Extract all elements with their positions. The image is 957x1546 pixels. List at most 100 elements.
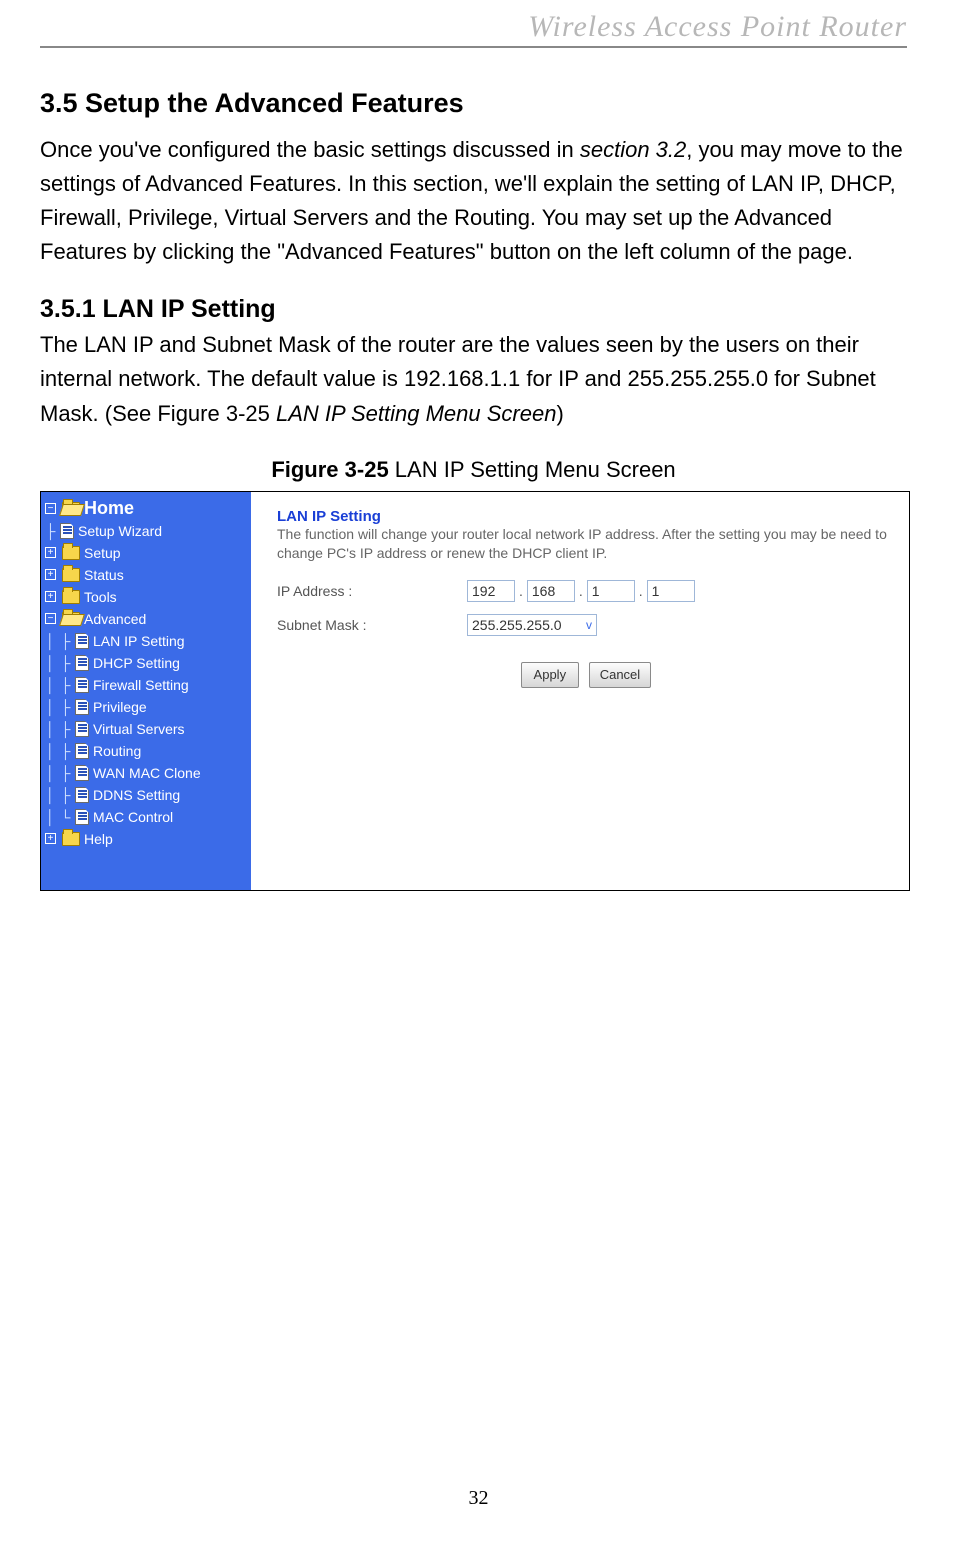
tree-line-icon: │ <box>45 809 56 825</box>
page-icon <box>75 633 89 649</box>
text: ) <box>556 401 563 426</box>
tree-tools[interactable]: + Tools <box>45 586 247 608</box>
tree-advanced[interactable]: − Advanced <box>45 608 247 630</box>
subnet-mask-select[interactable]: 255.255.255.0 v <box>467 614 597 636</box>
tree-line-icon: ├ <box>60 677 71 693</box>
tree-line-icon: │ <box>45 699 56 715</box>
dot: . <box>579 583 583 599</box>
tree-line-icon: │ <box>45 721 56 737</box>
subnet-mask-label: Subnet Mask : <box>277 617 467 633</box>
tree-label: WAN MAC Clone <box>93 765 201 781</box>
panel-description: The function will change your router loc… <box>277 525 895 563</box>
chevron-down-icon: v <box>586 618 592 632</box>
expand-icon[interactable]: + <box>45 547 56 558</box>
tree-label: Virtual Servers <box>93 721 185 737</box>
collapse-icon[interactable]: − <box>45 503 56 514</box>
tree-label: Firewall Setting <box>93 677 189 693</box>
folder-open-icon <box>62 612 80 626</box>
tree-line-icon: ├ <box>60 787 71 803</box>
tree-line-icon: │ <box>45 787 56 803</box>
page-icon <box>75 765 89 781</box>
tree-label: DDNS Setting <box>93 787 180 803</box>
tree-line-icon: │ <box>45 765 56 781</box>
page-icon <box>75 655 89 671</box>
ip-address-row: IP Address : 192 . 168 . 1 . 1 <box>277 580 895 602</box>
tree-firewall-setting[interactable]: │ ├ Firewall Setting <box>45 674 247 696</box>
tree-label: Advanced <box>84 611 146 627</box>
text-italic: section 3.2 <box>580 137 686 162</box>
tree-line-icon: │ <box>45 633 56 649</box>
ip-address-label: IP Address : <box>277 583 467 599</box>
tree-label: Tools <box>84 589 117 605</box>
tree-label: Routing <box>93 743 141 759</box>
expand-icon[interactable]: + <box>45 833 56 844</box>
ip-octet-1-input[interactable]: 192 <box>467 580 515 602</box>
nav-tree: − Home ├ Setup Wizard + Setup + Status + <box>41 492 251 890</box>
tree-ddns-setting[interactable]: │ ├ DDNS Setting <box>45 784 247 806</box>
tree-label: DHCP Setting <box>93 655 180 671</box>
tree-line-icon: ├ <box>60 655 71 671</box>
tree-line-icon: │ <box>45 677 56 693</box>
tree-label: Setup <box>84 545 121 561</box>
tree-virtual-servers[interactable]: │ ├ Virtual Servers <box>45 718 247 740</box>
button-row: Apply Cancel <box>277 662 895 688</box>
tree-label: LAN IP Setting <box>93 633 185 649</box>
tree-lan-ip-setting[interactable]: │ ├ LAN IP Setting <box>45 630 247 652</box>
page-icon <box>75 677 89 693</box>
heading-3-5-1: 3.5.1 LAN IP Setting <box>40 295 907 324</box>
folder-icon <box>62 832 80 846</box>
panel-title: LAN IP Setting <box>277 508 895 525</box>
figure-label: Figure 3-25 <box>271 457 388 482</box>
collapse-icon[interactable]: − <box>45 613 56 624</box>
figure-screenshot: − Home ├ Setup Wizard + Setup + Status + <box>40 491 910 891</box>
expand-icon[interactable]: + <box>45 591 56 602</box>
page-icon <box>60 523 74 539</box>
content-pane: LAN IP Setting The function will change … <box>251 492 909 890</box>
tree-routing[interactable]: │ ├ Routing <box>45 740 247 762</box>
tree-line-icon: ├ <box>60 721 71 737</box>
para-3-5: Once you've configured the basic setting… <box>40 133 907 269</box>
folder-icon <box>62 568 80 582</box>
tree-line-icon: │ <box>45 655 56 671</box>
tree-help[interactable]: + Help <box>45 828 247 850</box>
running-header: Wireless Access Point Router <box>40 10 907 48</box>
tree-dhcp-setting[interactable]: │ ├ DHCP Setting <box>45 652 247 674</box>
expand-icon[interactable]: + <box>45 569 56 580</box>
page-icon <box>75 787 89 803</box>
tree-setup-wizard[interactable]: ├ Setup Wizard <box>45 520 247 542</box>
page-icon <box>75 743 89 759</box>
tree-line-icon: ├ <box>60 699 71 715</box>
tree-label: MAC Control <box>93 809 173 825</box>
tree-label: Help <box>84 831 113 847</box>
ip-octet-3-input[interactable]: 1 <box>587 580 635 602</box>
tree-label: Status <box>84 567 124 583</box>
figure-caption: Figure 3-25 LAN IP Setting Menu Screen <box>40 457 907 483</box>
tree-label: Setup Wizard <box>78 523 162 539</box>
tree-line-icon: ├ <box>60 765 71 781</box>
tree-setup[interactable]: + Setup <box>45 542 247 564</box>
folder-icon <box>62 546 80 560</box>
tree-wan-mac-clone[interactable]: │ ├ WAN MAC Clone <box>45 762 247 784</box>
ip-octet-4-input[interactable]: 1 <box>647 580 695 602</box>
page-icon <box>75 721 89 737</box>
dot: . <box>519 583 523 599</box>
tree-status[interactable]: + Status <box>45 564 247 586</box>
folder-open-icon <box>62 502 80 516</box>
apply-button[interactable]: Apply <box>521 662 579 688</box>
dot: . <box>639 583 643 599</box>
ip-octet-2-input[interactable]: 168 <box>527 580 575 602</box>
tree-mac-control[interactable]: │ └ MAC Control <box>45 806 247 828</box>
page-number: 32 <box>0 1487 957 1510</box>
tree-home[interactable]: − Home <box>45 498 247 520</box>
tree-line-icon: │ <box>45 743 56 759</box>
tree-line-icon: ├ <box>60 633 71 649</box>
tree-line-icon: ├ <box>60 743 71 759</box>
tree-privilege[interactable]: │ ├ Privilege <box>45 696 247 718</box>
cancel-button[interactable]: Cancel <box>589 662 651 688</box>
heading-3-5: 3.5 Setup the Advanced Features <box>40 88 907 119</box>
figure-title: LAN IP Setting Menu Screen <box>389 457 676 482</box>
tree-line-icon: ├ <box>45 523 56 539</box>
para-3-5-1: The LAN IP and Subnet Mask of the router… <box>40 328 907 430</box>
tree-line-icon: └ <box>60 809 71 825</box>
page-icon <box>75 809 89 825</box>
